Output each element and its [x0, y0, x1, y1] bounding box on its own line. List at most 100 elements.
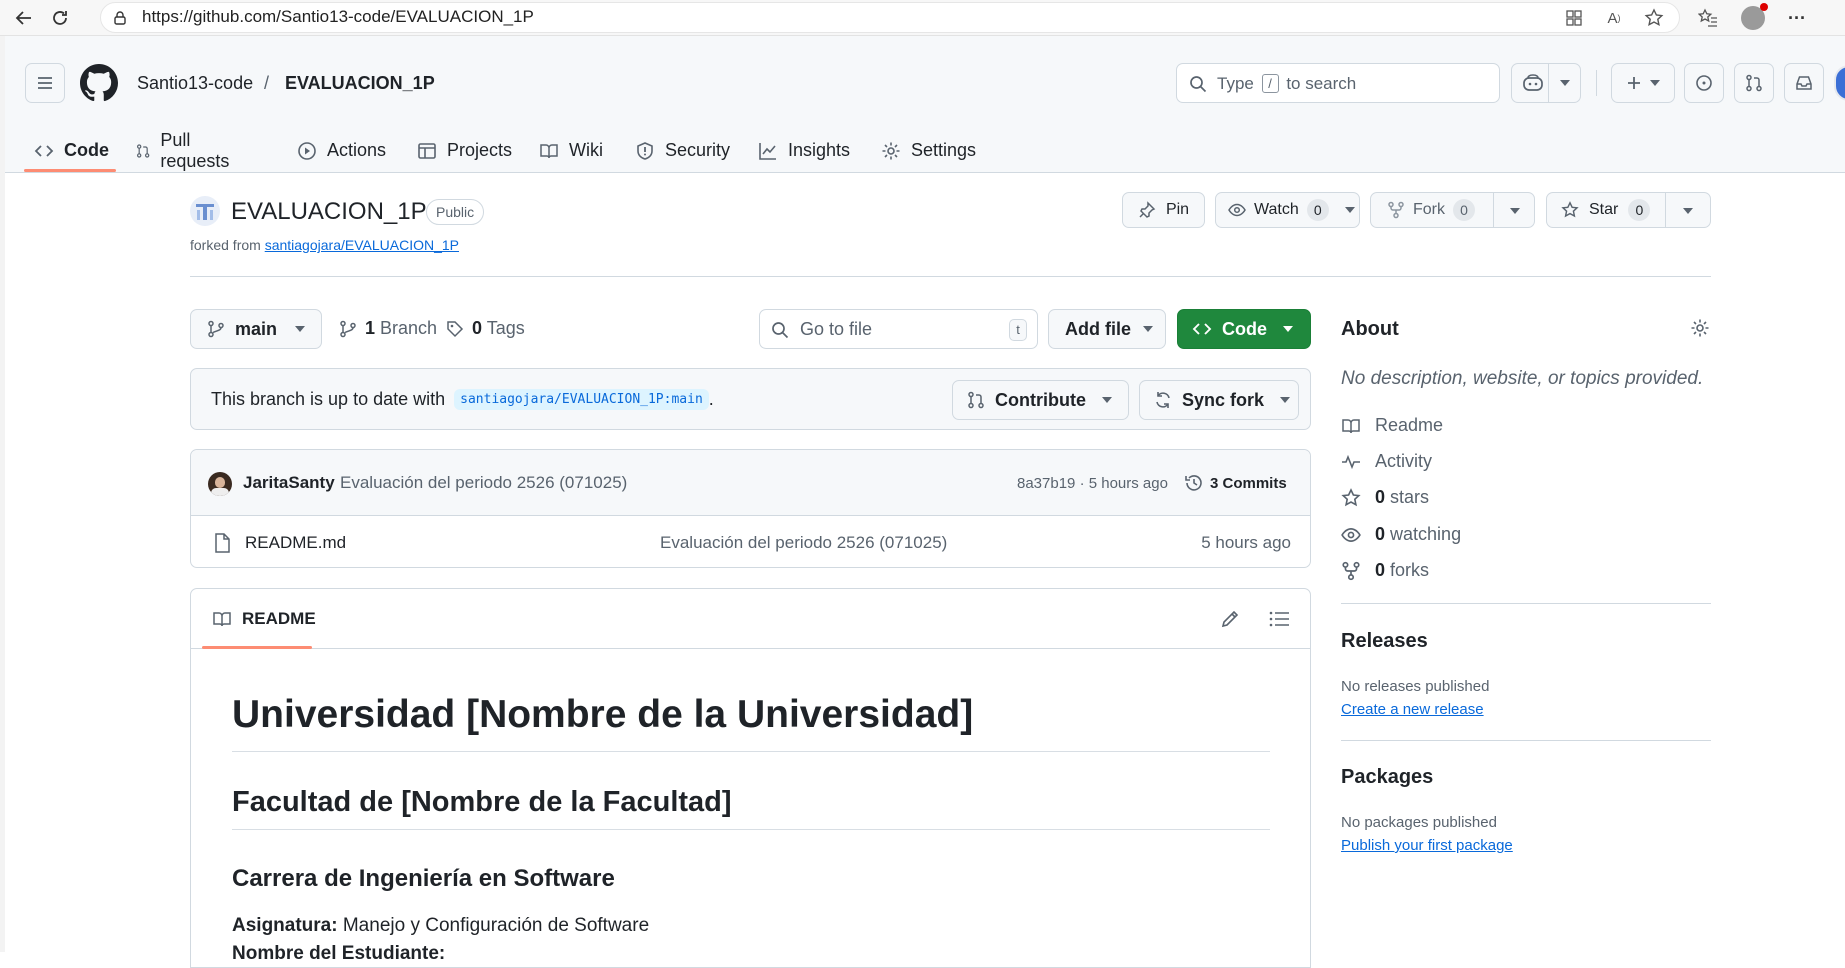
book-icon: [1342, 418, 1360, 433]
site-info-icon[interactable]: [108, 6, 132, 30]
readme-tab[interactable]: README: [212, 609, 316, 629]
tab-settings[interactable]: Settings: [881, 128, 976, 173]
branch-name: main: [235, 318, 278, 339]
create-release-link[interactable]: Create a new release: [1341, 701, 1484, 718]
readme-student-line: Nombre del Estudiante:: [232, 943, 445, 965]
pin-button[interactable]: Pin: [1122, 192, 1205, 228]
author-avatar[interactable]: [208, 472, 232, 496]
tab-insights-label: Insights: [788, 140, 851, 160]
about-settings-button[interactable]: [1690, 318, 1710, 338]
pull-requests-button[interactable]: [1734, 63, 1774, 103]
code-download-button[interactable]: Code: [1177, 309, 1311, 349]
readme-panel: README Universidad [Nombre de la Univers…: [190, 588, 1311, 968]
commit-message[interactable]: Evaluación del periodo 2526 (071025): [340, 473, 627, 493]
publish-package-link[interactable]: Publish your first package: [1341, 837, 1513, 854]
search-input[interactable]: Type / to search: [1176, 63, 1500, 103]
breadcrumb-owner[interactable]: Santio13-code: [137, 73, 253, 94]
inbox-icon: [1796, 76, 1812, 90]
commit-hash-time[interactable]: 8a37b19 · 5 hours ago: [1017, 475, 1168, 492]
branches-link[interactable]: 1 Branch: [339, 318, 437, 339]
branch-select-button[interactable]: main: [190, 309, 322, 349]
copilot-icon: [1523, 74, 1543, 91]
readme-link[interactable]: Readme: [1341, 415, 1443, 436]
read-aloud-icon[interactable]: A): [1602, 6, 1626, 30]
chevron-down-icon: [295, 326, 306, 332]
tab-settings-label: Settings: [911, 140, 977, 160]
create-new-button[interactable]: [1611, 63, 1675, 103]
tab-wiki[interactable]: Wiki: [539, 128, 603, 173]
sync-fork-button[interactable]: Sync fork: [1139, 380, 1299, 420]
file-icon: [215, 533, 230, 553]
copilot-button[interactable]: [1511, 63, 1581, 103]
search-shortcut-key: /: [1261, 74, 1279, 93]
url-text[interactable]: https://github.com/Santio13-code/EVALUAC…: [142, 7, 534, 27]
forked-from-link[interactable]: santiagojara/EVALUACION_1P: [265, 237, 459, 253]
star-button[interactable]: Star 0: [1546, 192, 1711, 228]
stars-link[interactable]: 0 stars: [1341, 487, 1429, 508]
repo-title[interactable]: EVALUACION_1P: [231, 198, 427, 226]
watching-link[interactable]: 0 watching: [1341, 524, 1461, 545]
readme-tab-underline: [202, 646, 312, 649]
favorites-list-icon[interactable]: [1696, 6, 1720, 30]
repo-owner-avatar[interactable]: [190, 196, 220, 226]
repo-forked-icon: [1342, 561, 1360, 580]
more-menu-icon[interactable]: ···: [1785, 6, 1809, 30]
inbox-button[interactable]: [1784, 63, 1824, 103]
tab-security-label: Security: [665, 140, 731, 160]
commits-history-link[interactable]: 3 Commits: [1184, 473, 1287, 493]
add-file-button[interactable]: Add file: [1048, 309, 1166, 349]
gear-icon: [882, 142, 900, 159]
commit-author[interactable]: JaritaSanty: [243, 473, 335, 493]
forked-from-label: forked from: [190, 237, 261, 253]
file-list: JaritaSanty Evaluación del periodo 2526 …: [190, 449, 1311, 568]
releases-heading[interactable]: Releases: [1341, 630, 1428, 653]
go-to-file-input[interactable]: Go to file t: [759, 309, 1038, 349]
releases-empty-text: No releases published: [1341, 678, 1490, 695]
tab-actions[interactable]: Actions: [297, 128, 386, 173]
tab-actions-label: Actions: [327, 140, 387, 160]
readme-heading-1: Universidad [Nombre de la Universidad]: [232, 693, 974, 736]
back-arrow-icon[interactable]: [12, 6, 36, 30]
tab-security[interactable]: Security: [635, 128, 730, 173]
sync-status-text: This branch is up to date with: [211, 389, 446, 409]
apps-icon[interactable]: [1562, 6, 1586, 30]
tab-projects[interactable]: Projects: [417, 128, 512, 173]
chevron-down-icon: [1683, 208, 1693, 214]
heading-2-divider: [232, 829, 1270, 830]
outline-button[interactable]: [1268, 609, 1290, 629]
book-icon: [213, 612, 231, 627]
tags-link[interactable]: 0 Tags: [446, 318, 525, 339]
branch-status-banner: This branch is up to date with santiagoj…: [190, 368, 1311, 430]
refresh-icon[interactable]: [48, 6, 72, 30]
plus-icon: [1628, 77, 1640, 89]
upstream-ref-link[interactable]: santiagojara/EVALUACION_1P:main: [454, 389, 709, 410]
github-logo-icon[interactable]: [80, 64, 118, 102]
fork-button[interactable]: Fork 0: [1370, 192, 1535, 228]
contribute-button[interactable]: Contribute: [952, 380, 1129, 420]
tab-insights[interactable]: Insights: [758, 128, 850, 173]
file-commit-message[interactable]: Evaluación del periodo 2526 (071025): [660, 533, 947, 553]
profile-avatar-icon[interactable]: [1741, 3, 1768, 30]
edit-readme-button[interactable]: [1220, 609, 1240, 629]
forks-link[interactable]: 0 forks: [1341, 560, 1429, 581]
packages-heading[interactable]: Packages: [1341, 766, 1433, 789]
chevron-down-icon: [1101, 397, 1112, 403]
activity-link[interactable]: Activity: [1341, 451, 1432, 472]
issues-button[interactable]: [1684, 63, 1724, 103]
breadcrumb-repo[interactable]: EVALUACION_1P: [285, 73, 435, 94]
sync-period: .: [708, 389, 714, 409]
chevron-down-icon: [1344, 207, 1355, 213]
file-name[interactable]: README.md: [245, 533, 346, 553]
tab-projects-label: Projects: [447, 140, 513, 160]
watch-button[interactable]: Watch 0: [1215, 192, 1360, 228]
favorite-star-icon[interactable]: [1642, 6, 1666, 30]
tab-pull-requests[interactable]: Pull requests: [136, 128, 235, 173]
watch-count: 0: [1306, 199, 1329, 221]
sync-fork-label: Sync fork: [1182, 389, 1265, 410]
browser-toolbar: https://github.com/Santio13-code/EVALUAC…: [0, 0, 1845, 36]
readme-tab-label: README: [242, 609, 316, 628]
repo-forked-icon: [1388, 201, 1404, 219]
hamburger-menu-button[interactable]: [25, 63, 65, 103]
tab-code[interactable]: Code: [34, 128, 109, 173]
table-row[interactable]: README.md Evaluación del periodo 2526 (0…: [191, 516, 1310, 568]
